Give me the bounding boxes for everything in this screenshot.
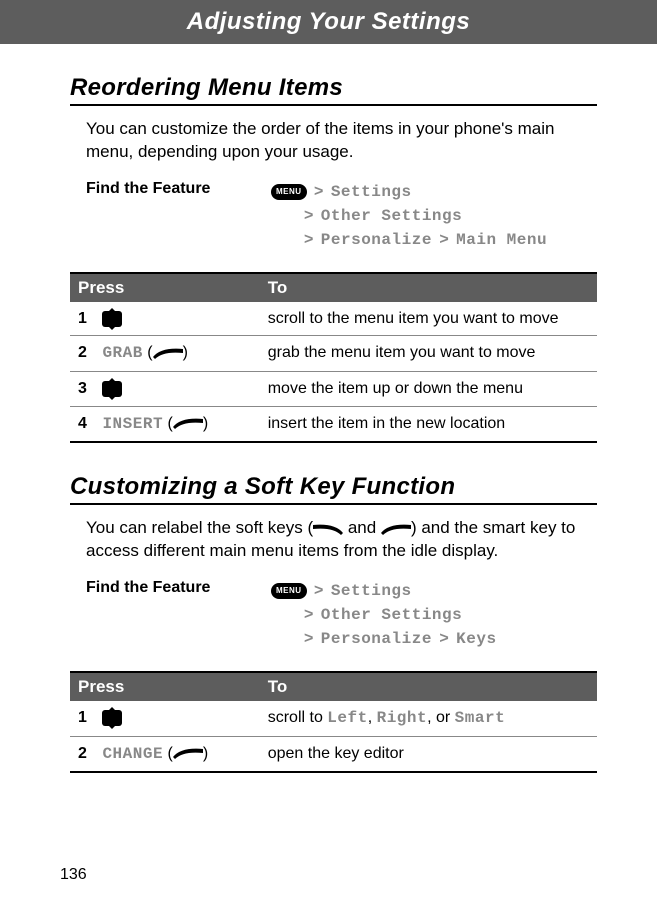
table-row: 2 GRAB () grab the menu item you want to… xyxy=(70,336,597,372)
path-main-menu: Main Menu xyxy=(456,231,547,249)
step-description: insert the item in the new location xyxy=(260,406,597,442)
intro-text: You can relabel the soft keys ( xyxy=(86,518,313,537)
path-keys: Keys xyxy=(456,630,496,648)
option-right: Right xyxy=(377,709,428,727)
step-text: scroll to xyxy=(268,709,328,726)
right-softkey-icon xyxy=(173,747,203,759)
page-header: Adjusting Your Settings xyxy=(0,0,657,44)
table-row: 1 scroll to the menu item you want to mo… xyxy=(70,302,597,336)
section-title-softkey: Customizing a Soft Key Function xyxy=(70,473,597,505)
step-description: move the item up or down the menu xyxy=(260,372,597,407)
section-intro-reordering: You can customize the order of the items… xyxy=(86,118,597,164)
path-separator: > xyxy=(439,630,448,647)
steps-table-2: Press To 1 scroll to Left, Right, or Sma… xyxy=(70,671,597,773)
intro-text: and xyxy=(343,518,381,537)
find-the-feature-1: Find the Feature MENU > Settings > Other… xyxy=(86,180,597,252)
page-number: 136 xyxy=(60,866,87,884)
steps-table-1: Press To 1 scroll to the menu item you w… xyxy=(70,272,597,443)
path-separator: > xyxy=(304,231,313,248)
ftf-label: Find the Feature xyxy=(86,579,271,651)
step-description: open the key editor xyxy=(260,736,597,772)
ftf-path: MENU > Settings > Other Settings > Perso… xyxy=(271,579,497,651)
step-number: 2 xyxy=(78,342,98,364)
col-header-press: Press xyxy=(70,672,260,701)
path-personalize: Personalize xyxy=(321,231,432,249)
col-header-to: To xyxy=(260,672,597,701)
table-row: 2 CHANGE () open the key editor xyxy=(70,736,597,772)
col-header-press: Press xyxy=(70,273,260,302)
right-softkey-icon xyxy=(153,347,183,359)
step-description: scroll to the menu item you want to move xyxy=(260,302,597,336)
path-settings: Settings xyxy=(331,582,412,600)
table-row: 1 scroll to Left, Right, or Smart xyxy=(70,701,597,736)
path-separator: > xyxy=(304,630,313,647)
table-row: 3 move the item up or down the menu xyxy=(70,372,597,407)
right-softkey-icon xyxy=(173,417,203,429)
step-number: 4 xyxy=(78,413,98,435)
menu-key-icon: MENU xyxy=(271,184,307,200)
nav-key-icon xyxy=(102,710,122,726)
find-the-feature-2: Find the Feature MENU > Settings > Other… xyxy=(86,579,597,651)
step-text: , xyxy=(368,709,377,726)
page-content: Reordering Menu Items You can customize … xyxy=(0,44,657,773)
section-title-reordering: Reordering Menu Items xyxy=(70,74,597,106)
path-other-settings: Other Settings xyxy=(321,207,462,225)
nav-key-icon xyxy=(102,311,122,327)
step-text: , or xyxy=(427,709,455,726)
path-separator: > xyxy=(304,606,313,623)
right-softkey-icon xyxy=(381,523,411,535)
step-number: 1 xyxy=(78,707,98,729)
softkey-label-grab: GRAB xyxy=(102,344,142,362)
menu-key-icon: MENU xyxy=(271,583,307,599)
step-description: scroll to Left, Right, or Smart xyxy=(260,701,597,736)
path-personalize: Personalize xyxy=(321,630,432,648)
softkey-label-insert: INSERT xyxy=(102,415,163,433)
path-settings: Settings xyxy=(331,183,412,201)
path-separator: > xyxy=(314,183,323,200)
ftf-label: Find the Feature xyxy=(86,180,271,252)
option-left: Left xyxy=(327,709,367,727)
path-separator: > xyxy=(314,582,323,599)
step-number: 1 xyxy=(78,308,98,330)
ftf-path: MENU > Settings > Other Settings > Perso… xyxy=(271,180,547,252)
path-other-settings: Other Settings xyxy=(321,606,462,624)
nav-key-icon xyxy=(102,381,122,397)
path-separator: > xyxy=(439,231,448,248)
step-description: grab the menu item you want to move xyxy=(260,336,597,372)
section-intro-softkey: You can relabel the soft keys ( and ) an… xyxy=(86,517,597,563)
path-separator: > xyxy=(304,207,313,224)
step-number: 3 xyxy=(78,378,98,400)
col-header-to: To xyxy=(260,273,597,302)
softkey-label-change: CHANGE xyxy=(102,745,163,763)
option-smart: Smart xyxy=(455,709,506,727)
left-softkey-icon xyxy=(313,523,343,535)
table-row: 4 INSERT () insert the item in the new l… xyxy=(70,406,597,442)
step-number: 2 xyxy=(78,743,98,765)
